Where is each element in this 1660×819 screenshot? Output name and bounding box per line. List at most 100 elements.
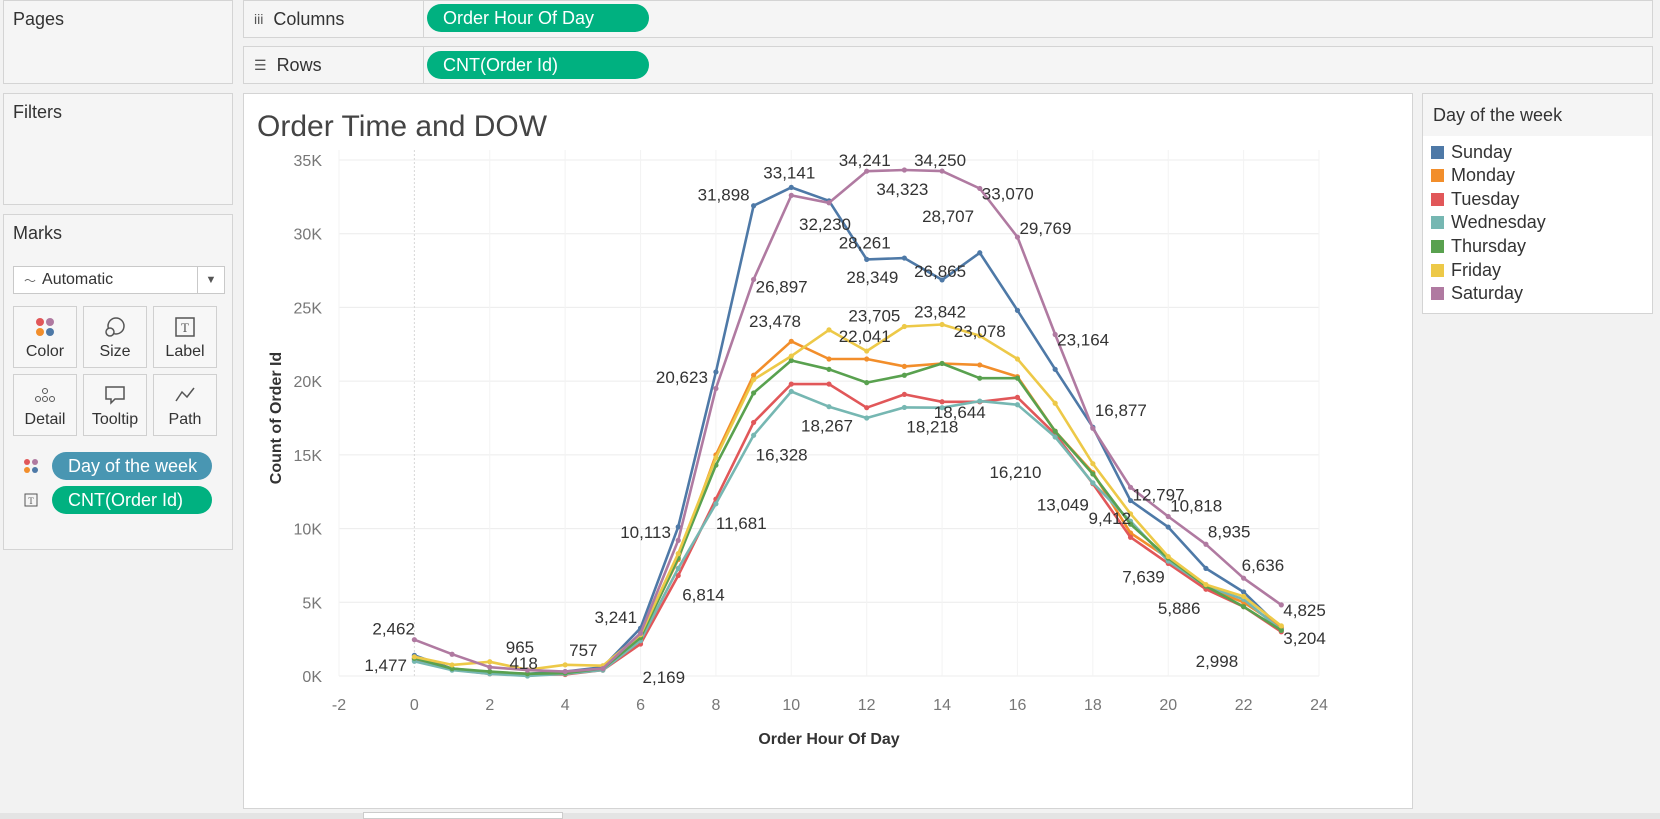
- data-point-wednesday[interactable]: [864, 415, 870, 421]
- legend-item-friday[interactable]: Friday: [1431, 258, 1501, 282]
- data-point-thursday[interactable]: [1241, 604, 1247, 610]
- data-point-monday[interactable]: [788, 338, 794, 344]
- data-point-tuesday[interactable]: [1127, 534, 1134, 540]
- data-point-wednesday[interactable]: [788, 388, 794, 395]
- data-point-wednesday[interactable]: [675, 565, 681, 571]
- data-point-monday[interactable]: [864, 356, 870, 362]
- data-point-saturday[interactable]: [675, 537, 681, 543]
- data-point-friday[interactable]: [751, 377, 757, 383]
- data-point-saturday[interactable]: [1241, 575, 1247, 581]
- data-point-friday[interactable]: [1203, 581, 1209, 588]
- data-point-friday[interactable]: [562, 662, 568, 668]
- data-point-saturday[interactable]: [449, 651, 455, 657]
- data-point-friday[interactable]: [901, 323, 907, 330]
- color-button[interactable]: Color: [13, 306, 77, 368]
- legend-item-tuesday[interactable]: Tuesday: [1431, 187, 1519, 211]
- data-point-saturday[interactable]: [901, 167, 907, 173]
- data-point-thursday[interactable]: [977, 375, 983, 381]
- data-point-friday[interactable]: [411, 654, 417, 660]
- series-line-thursday[interactable]: [414, 359, 1282, 676]
- chevron-down-icon[interactable]: ▼: [197, 267, 224, 293]
- data-point-wednesday[interactable]: [901, 404, 907, 411]
- data-point-sunday[interactable]: [864, 256, 870, 262]
- data-point-sunday[interactable]: [1052, 366, 1058, 372]
- data-point-friday[interactable]: [788, 353, 794, 359]
- data-point-friday[interactable]: [487, 659, 493, 665]
- data-point-friday[interactable]: [939, 321, 945, 328]
- data-point-tuesday[interactable]: [788, 381, 794, 387]
- data-point-tuesday[interactable]: [826, 381, 832, 387]
- data-point-wednesday[interactable]: [713, 501, 719, 507]
- data-point-wednesday[interactable]: [1014, 402, 1021, 408]
- data-point-thursday[interactable]: [1090, 471, 1096, 477]
- sheet-tab[interactable]: [363, 812, 563, 819]
- data-point-saturday[interactable]: [1203, 541, 1209, 547]
- label-button[interactable]: T Label: [153, 306, 217, 368]
- legend-item-saturday[interactable]: Saturday: [1431, 282, 1523, 306]
- data-point-monday[interactable]: [901, 363, 907, 369]
- data-point-saturday[interactable]: [562, 668, 568, 675]
- cnt-order-id-pill[interactable]: CNT(Order Id): [427, 51, 649, 79]
- data-point-friday[interactable]: [1014, 356, 1021, 362]
- data-point-monday[interactable]: [977, 362, 983, 368]
- mark-type-dropdown[interactable]: 〜 Automatic ▼: [13, 266, 225, 294]
- data-point-thursday[interactable]: [751, 390, 757, 396]
- legend-item-sunday[interactable]: Sunday: [1431, 140, 1512, 164]
- data-point-tuesday[interactable]: [1014, 394, 1021, 400]
- data-point-friday[interactable]: [1278, 623, 1284, 629]
- data-point-friday[interactable]: [826, 327, 832, 333]
- data-point-tuesday[interactable]: [751, 419, 757, 426]
- data-point-wednesday[interactable]: [826, 404, 832, 410]
- data-point-tuesday[interactable]: [864, 405, 870, 411]
- data-point-thursday[interactable]: [826, 366, 832, 372]
- size-button[interactable]: Size: [83, 306, 147, 368]
- detail-button[interactable]: Detail: [13, 374, 77, 436]
- data-point-friday[interactable]: [1052, 400, 1058, 406]
- data-point-saturday[interactable]: [713, 385, 719, 392]
- data-point-friday[interactable]: [675, 551, 681, 557]
- data-point-saturday[interactable]: [1090, 425, 1096, 431]
- data-point-saturday[interactable]: [637, 630, 644, 636]
- data-point-sunday[interactable]: [1241, 589, 1247, 595]
- data-point-sunday[interactable]: [1165, 524, 1171, 530]
- legend-item-monday[interactable]: Monday: [1431, 164, 1515, 188]
- filters-panel[interactable]: Filters: [3, 93, 233, 205]
- data-point-saturday[interactable]: [826, 200, 832, 206]
- pages-panel[interactable]: Pages: [3, 0, 233, 84]
- data-point-friday[interactable]: [864, 348, 870, 354]
- columns-shelf[interactable]: iii Columns Order Hour Of Day: [243, 0, 1653, 38]
- data-point-tuesday[interactable]: [901, 391, 907, 398]
- data-point-sunday[interactable]: [751, 203, 757, 209]
- data-point-wednesday[interactable]: [1090, 480, 1096, 486]
- data-point-sunday[interactable]: [901, 255, 907, 261]
- rows-shelf[interactable]: ☰ Rows CNT(Order Id): [243, 46, 1653, 84]
- data-point-thursday[interactable]: [1052, 428, 1058, 434]
- path-button[interactable]: Path: [153, 374, 217, 436]
- data-point-sunday[interactable]: [1014, 307, 1021, 313]
- data-point-saturday[interactable]: [487, 664, 493, 670]
- data-point-saturday[interactable]: [600, 666, 606, 672]
- data-point-thursday[interactable]: [487, 668, 493, 675]
- data-point-wednesday[interactable]: [751, 432, 757, 438]
- day-of-week-color-pill[interactable]: Day of the week: [52, 452, 212, 480]
- data-point-sunday[interactable]: [788, 184, 794, 191]
- legend-item-wednesday[interactable]: Wednesday: [1431, 211, 1546, 235]
- data-point-sunday[interactable]: [1203, 565, 1209, 571]
- cnt-order-id-label-pill[interactable]: CNT(Order Id): [52, 486, 212, 514]
- tooltip-button[interactable]: Tooltip: [83, 374, 147, 436]
- data-point-thursday[interactable]: [901, 372, 907, 378]
- data-point-friday[interactable]: [449, 662, 455, 668]
- data-point-sunday[interactable]: [713, 369, 719, 375]
- data-point-thursday[interactable]: [1014, 375, 1021, 381]
- data-point-saturday[interactable]: [788, 192, 794, 198]
- order-hour-of-day-pill[interactable]: Order Hour Of Day: [427, 4, 649, 32]
- data-point-friday[interactable]: [1165, 553, 1171, 560]
- data-point-friday[interactable]: [1241, 593, 1247, 599]
- data-point-thursday[interactable]: [864, 380, 870, 386]
- data-point-monday[interactable]: [826, 356, 832, 362]
- data-point-friday[interactable]: [713, 455, 719, 461]
- series-line-monday[interactable]: [414, 340, 1283, 676]
- line-chart[interactable]: 0K5K10K15K20K25K30K35K-2 0 2 4 6 8 10 12 14 16 18 2…: [244, 94, 1414, 810]
- legend-item-thursday[interactable]: Thursday: [1431, 234, 1526, 258]
- data-point-thursday[interactable]: [939, 360, 945, 367]
